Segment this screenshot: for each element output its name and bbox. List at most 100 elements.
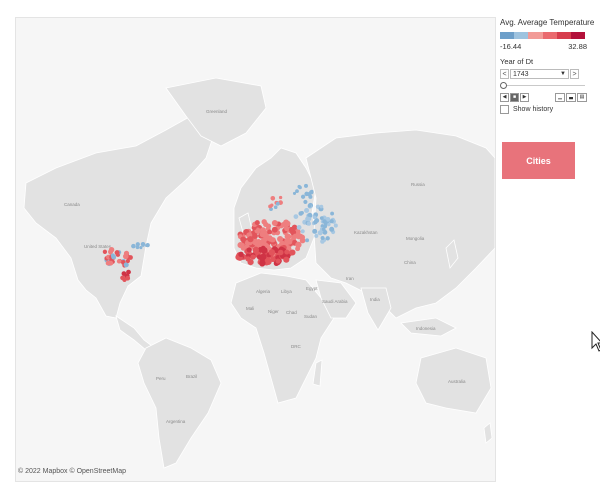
city-dot[interactable] [297, 184, 301, 189]
city-dot[interactable] [267, 236, 273, 242]
city-dot[interactable] [323, 224, 328, 229]
city-dot[interactable] [306, 221, 312, 226]
color-legend[interactable] [500, 32, 586, 39]
city-dot[interactable] [295, 241, 302, 248]
city-dot[interactable] [105, 260, 111, 266]
city-dot[interactable] [284, 233, 291, 240]
legend-swatch-2[interactable] [514, 32, 529, 39]
city-dot[interactable] [114, 250, 120, 256]
next-year-button[interactable]: > [570, 69, 579, 79]
city-dot[interactable] [250, 254, 256, 260]
legend-swatch-4[interactable] [542, 32, 557, 39]
city-dot[interactable] [268, 204, 273, 209]
city-dot[interactable] [305, 238, 310, 243]
city-dot[interactable] [261, 219, 267, 225]
city-dot[interactable] [284, 225, 290, 232]
speed-fast-button[interactable]: ▤ [577, 93, 587, 102]
map-view[interactable]: Canada United States Greenland Russia Ka… [15, 17, 496, 482]
city-dot[interactable] [304, 191, 309, 197]
city-dot[interactable] [145, 242, 150, 248]
cities-button[interactable]: Cities [502, 142, 575, 179]
city-dot[interactable] [322, 219, 327, 224]
show-history-row[interactable]: Show history [500, 105, 600, 114]
play-forward-button[interactable]: ▶ [520, 93, 529, 102]
city-dot[interactable] [247, 259, 254, 266]
city-dot[interactable] [267, 229, 273, 235]
city-dot[interactable] [277, 249, 284, 256]
city-dot[interactable] [303, 183, 309, 188]
slider-thumb[interactable] [500, 82, 507, 89]
city-dot[interactable] [259, 231, 266, 238]
city-dot[interactable] [273, 205, 278, 210]
stop-button[interactable]: ■ [510, 93, 519, 102]
city-dot[interactable] [240, 245, 246, 251]
city-dot[interactable] [240, 236, 246, 243]
play-backward-button[interactable]: ◀ [500, 93, 509, 102]
city-dot[interactable] [325, 236, 330, 241]
city-dot[interactable] [252, 246, 260, 254]
city-dot[interactable] [247, 236, 254, 243]
city-dot[interactable] [314, 233, 319, 238]
city-dot[interactable] [319, 216, 324, 220]
city-dot[interactable] [300, 194, 306, 199]
city-dot[interactable] [131, 243, 136, 249]
city-dot[interactable] [333, 223, 338, 228]
city-dot[interactable] [121, 271, 127, 276]
city-dot[interactable] [277, 235, 284, 243]
city-dot[interactable] [320, 235, 325, 241]
legend-swatch-3[interactable] [528, 32, 543, 39]
city-dot[interactable] [271, 226, 278, 233]
city-dot[interactable] [259, 259, 266, 267]
city-dot[interactable] [275, 258, 281, 264]
city-dot[interactable] [310, 189, 314, 193]
world-map[interactable]: Canada United States Greenland Russia Ka… [16, 18, 495, 481]
city-dot[interactable] [122, 277, 127, 282]
city-dot[interactable] [329, 219, 334, 224]
city-dot[interactable] [258, 240, 265, 247]
city-dot[interactable] [288, 226, 294, 233]
city-dot[interactable] [293, 214, 299, 219]
city-dot[interactable] [270, 195, 276, 201]
city-dot[interactable] [275, 201, 280, 206]
city-dot[interactable] [299, 234, 306, 240]
city-dot[interactable] [108, 247, 115, 253]
show-history-checkbox[interactable] [500, 105, 509, 114]
speed-normal-button[interactable]: ▃ [566, 93, 576, 102]
city-dot[interactable] [110, 253, 116, 258]
city-dot[interactable] [271, 220, 278, 226]
city-dot[interactable] [292, 191, 297, 195]
city-dot[interactable] [139, 246, 143, 250]
city-dot[interactable] [300, 211, 304, 215]
city-dot[interactable] [261, 247, 268, 254]
city-dot[interactable] [307, 216, 312, 221]
speed-slow-button[interactable]: ▁ [555, 93, 565, 102]
city-dot[interactable] [135, 245, 140, 250]
city-dot[interactable] [303, 199, 308, 204]
city-dot[interactable] [329, 226, 335, 232]
city-dot[interactable] [296, 224, 302, 230]
city-dot[interactable] [140, 241, 146, 247]
city-dot[interactable] [116, 259, 122, 264]
city-dot[interactable] [307, 204, 312, 208]
city-dot[interactable] [319, 204, 324, 209]
city-dot[interactable] [308, 194, 313, 199]
year-dropdown[interactable]: 1743 ▼ [510, 69, 569, 79]
city-dot[interactable] [286, 238, 293, 245]
city-dot[interactable] [125, 258, 130, 264]
previous-year-button[interactable]: < [500, 69, 509, 79]
year-slider[interactable] [500, 81, 585, 91]
city-dot[interactable] [246, 247, 252, 253]
city-dot[interactable] [283, 256, 290, 263]
city-dot[interactable] [284, 249, 290, 255]
city-dot[interactable] [102, 249, 108, 254]
city-dot[interactable] [312, 215, 317, 220]
legend-swatch-1[interactable] [500, 32, 515, 39]
city-dot[interactable] [268, 249, 276, 256]
city-dot[interactable] [317, 230, 323, 236]
city-dot[interactable] [238, 251, 244, 258]
legend-swatch-6[interactable] [570, 32, 586, 39]
city-dot[interactable] [123, 253, 129, 260]
city-dot[interactable] [304, 207, 310, 214]
city-dot[interactable] [254, 220, 260, 226]
city-dot[interactable] [312, 228, 318, 234]
